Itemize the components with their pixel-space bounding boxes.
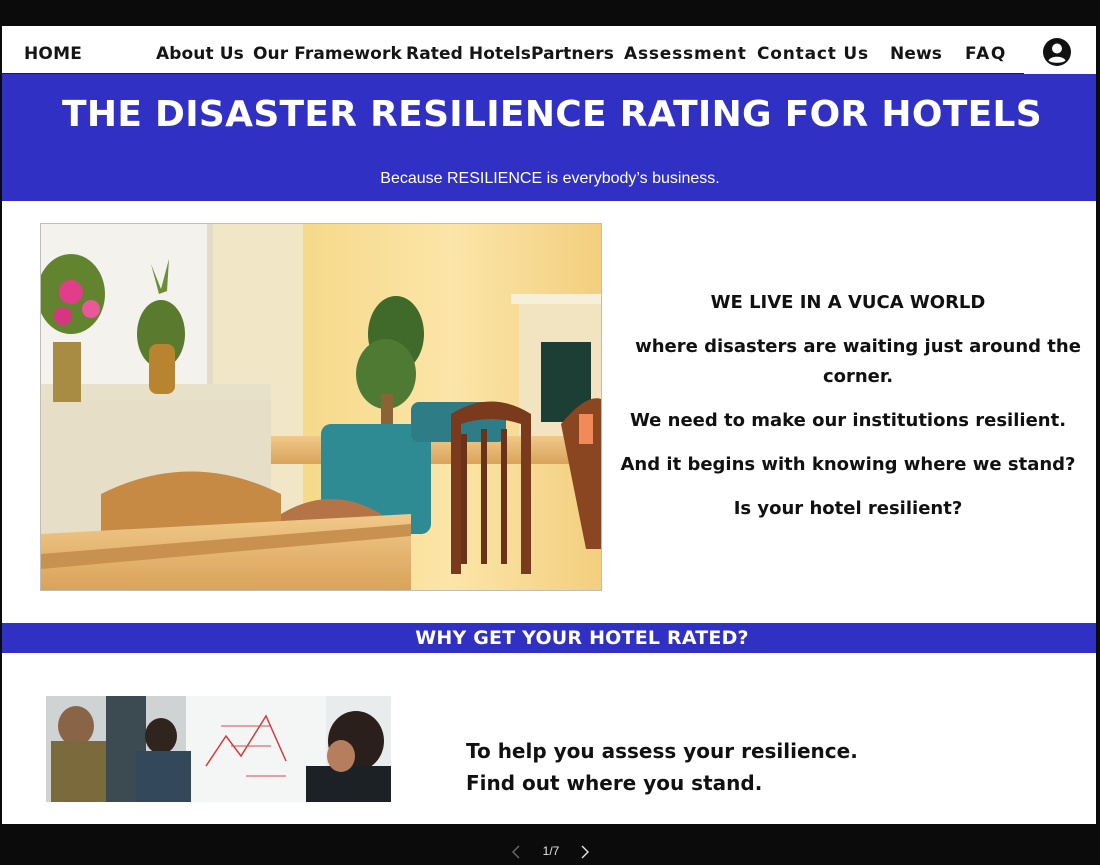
- page-counter: 1/7: [542, 844, 560, 858]
- nav-home[interactable]: HOME: [24, 44, 82, 64]
- vuca-line-1: WE LIVE IN A VUCA WORLD: [710, 292, 986, 313]
- page: HOME About Us Our Framework Rated Hotels…: [2, 26, 1096, 824]
- nav-rated-hotels[interactable]: Rated Hotels: [406, 44, 531, 64]
- vuca-line-4: And it begins with knowing where we stan…: [620, 454, 1076, 475]
- hero-subtitle: Because RESILIENCE is everybody’s busine…: [380, 170, 720, 187]
- assess-message: To help you assess your resilience. Find…: [466, 735, 858, 799]
- main-nav: HOME About Us Our Framework Rated Hotels…: [2, 26, 1096, 74]
- nav-our-framework[interactable]: Our Framework: [253, 44, 402, 64]
- vuca-line-2: where disasters are waiting just around …: [635, 336, 1081, 387]
- chevron-right-icon[interactable]: [576, 844, 592, 860]
- vuca-line-5: Is your hotel resilient?: [733, 498, 963, 519]
- team-whiteboard-image: [46, 696, 391, 802]
- assess-line-1: To help you assess your resilience.: [466, 739, 858, 763]
- nav-about-us[interactable]: About Us: [156, 44, 244, 64]
- vuca-line-3: We need to make our institutions resilie…: [629, 410, 1067, 431]
- nav-assessment[interactable]: Assessment: [624, 44, 747, 64]
- nav-contact-us[interactable]: Contact Us: [757, 44, 869, 64]
- nav-news[interactable]: News: [890, 44, 942, 64]
- chevron-left-icon[interactable]: [509, 844, 525, 860]
- restaurant-interior-image: [40, 223, 602, 591]
- nav-partners[interactable]: Partners: [531, 44, 614, 64]
- user-circle-icon[interactable]: [1042, 37, 1072, 67]
- nav-faq[interactable]: FAQ: [965, 44, 1007, 64]
- why-rated-title: WHY GET YOUR HOTEL RATED?: [415, 627, 749, 649]
- hero-title: THE DISASTER RESILIENCE RATING FOR HOTEL…: [62, 94, 1042, 135]
- page-pager: 1/7: [0, 824, 1100, 865]
- hero-banner: THE DISASTER RESILIENCE RATING FOR HOTEL…: [2, 74, 1096, 201]
- window-top-bar: [0, 0, 1100, 26]
- assess-line-2: Find out where you stand.: [466, 771, 763, 795]
- why-rated-banner: WHY GET YOUR HOTEL RATED?: [2, 623, 1096, 653]
